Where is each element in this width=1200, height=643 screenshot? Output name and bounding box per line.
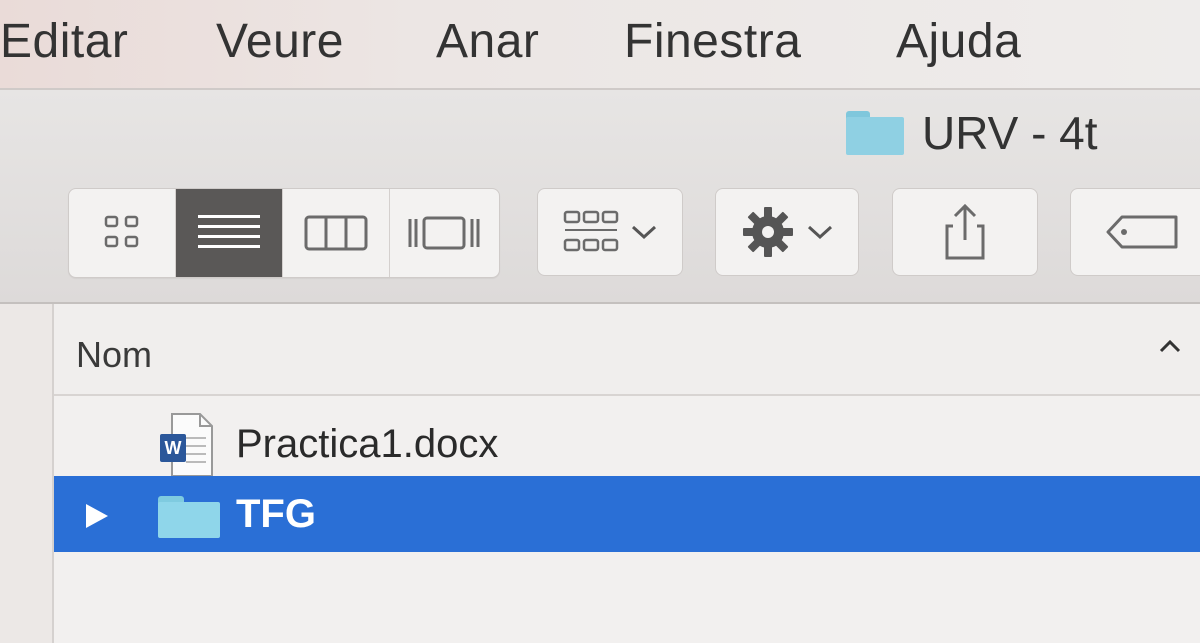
svg-text:W: W (165, 438, 182, 458)
chevron-down-icon (631, 225, 657, 240)
share-icon (945, 203, 985, 260)
share-button[interactable] (892, 188, 1038, 276)
list-item[interactable]: W Practica1.docx (54, 406, 1200, 482)
window-title: URV - 4t (846, 106, 1098, 160)
gear-icon (743, 207, 793, 257)
view-mode-control (68, 188, 500, 278)
window-title-text: URV - 4t (922, 107, 1098, 159)
chevron-down-icon (807, 225, 833, 240)
list-view-button[interactable] (176, 189, 283, 277)
column-view-button[interactable] (283, 189, 390, 277)
file-list: Nom W Practica1.docx TFG (54, 304, 1200, 643)
sidebar (0, 304, 54, 643)
menu-bar: Editar Veure Anar Finestra Ajuda (0, 0, 1200, 90)
gallery-view-button[interactable] (390, 189, 497, 277)
folder-name: TFG (236, 492, 316, 536)
group-by-button[interactable] (537, 188, 683, 276)
file-name: Practica1.docx (236, 422, 499, 466)
menu-finestra[interactable]: Finestra (624, 14, 801, 69)
grid-icon (104, 215, 139, 248)
gallery-icon (408, 216, 479, 250)
tag-button[interactable] (1070, 188, 1200, 276)
word-document-icon: W (160, 413, 213, 477)
folder-icon (158, 496, 220, 538)
list-icon (198, 215, 260, 248)
column-header-label: Nom (76, 334, 153, 375)
menu-veure[interactable]: Veure (216, 14, 344, 69)
group-by-icon (563, 210, 619, 252)
columns-icon (304, 215, 368, 251)
column-header-name[interactable]: Nom (54, 304, 1200, 396)
tag-icon (1106, 215, 1178, 249)
menu-editar[interactable]: Editar (0, 14, 128, 69)
sort-ascending-icon (1159, 339, 1181, 353)
list-item-selected[interactable]: TFG (54, 476, 1200, 552)
disclosure-triangle-icon[interactable] (84, 502, 110, 530)
menu-anar[interactable]: Anar (436, 14, 539, 69)
action-button[interactable] (715, 188, 859, 276)
folder-icon (846, 111, 904, 155)
icon-view-button[interactable] (69, 189, 176, 277)
menu-ajuda[interactable]: Ajuda (896, 14, 1021, 69)
